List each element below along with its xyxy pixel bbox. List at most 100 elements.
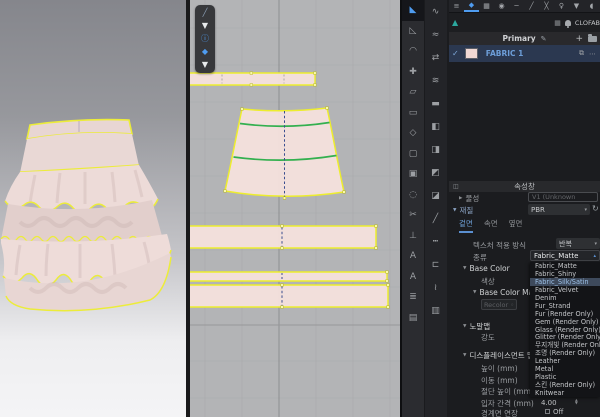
material-side-tab[interactable]: 겉면	[459, 218, 473, 233]
fabric-type-option[interactable]: Fabric_Velvet	[530, 286, 600, 294]
annotation-tool[interactable]: A	[402, 267, 424, 288]
fabric-type-option[interactable]: Fur (Render Only)	[530, 310, 600, 318]
zigzag-stitch-tool[interactable]: ≀	[425, 276, 446, 299]
base-color-section[interactable]: ▼ Base Color	[463, 264, 510, 273]
pattern-piece-icon[interactable]: ◆	[197, 46, 213, 58]
steam-iron-tool[interactable]: ▬	[425, 92, 446, 115]
fabric-type-option[interactable]: Gem (Render Only)	[530, 318, 600, 326]
fabric-type-option[interactable]: Denim	[530, 294, 600, 302]
garment-tab-icon[interactable]: ▼	[569, 0, 584, 12]
avatar-tab-icon[interactable]: ♀	[554, 0, 569, 12]
button-tab-icon[interactable]: ◉	[494, 0, 509, 12]
folder-icon[interactable]	[588, 36, 597, 42]
menu-list-icon[interactable]: ≡	[449, 0, 464, 12]
edit-sewing-tool[interactable]: ⇄	[425, 46, 446, 69]
puckering-tab-icon[interactable]: ╳	[539, 0, 554, 12]
border-extend-checkbox[interactable]	[545, 409, 550, 414]
pattern-binding-strip[interactable]	[190, 271, 388, 283]
basting-tool[interactable]: ┅	[425, 230, 446, 253]
displacement-map-section[interactable]: ▼ 디스플레이스먼트 맵	[463, 350, 534, 361]
texture-tab-icon[interactable]: ▦	[479, 0, 494, 12]
text-tool[interactable]: A	[402, 246, 424, 267]
mn-sewing-tool[interactable]: ≋	[425, 69, 446, 92]
particle-distance-stepper[interactable]: ▲ ▼	[575, 399, 578, 406]
seam-line-tool[interactable]: ╱	[425, 207, 446, 230]
arrangement-tool[interactable]: ◨	[425, 138, 446, 161]
fabric-type-dropdown[interactable]: Fabric_Matte ▴	[530, 250, 600, 261]
texture-mode-dropdown[interactable]: 반복 ▾	[556, 238, 600, 249]
fabric-tab-icon[interactable]: ◆	[464, 0, 479, 12]
notification-text[interactable]: CLOFAB	[575, 19, 600, 27]
internal-polygon-tool[interactable]: ▢	[402, 144, 424, 165]
notification-bell-icon[interactable]	[565, 20, 571, 26]
trim-tab-icon[interactable]: ◖	[584, 0, 599, 12]
shader-dropdown[interactable]: PBR ▾	[528, 204, 590, 215]
trace-tool[interactable]: ◌	[402, 185, 424, 206]
shirt-accent-icon[interactable]: ▼	[197, 59, 213, 71]
segment-sewing-tool[interactable]: ∿	[425, 0, 446, 23]
fabric-type-option[interactable]: Plastic	[530, 373, 600, 381]
strengthen-garment-tool[interactable]: ◪	[425, 184, 446, 207]
collapse-icon[interactable]: ▶	[459, 196, 462, 201]
material-side-tab[interactable]: 옆면	[509, 218, 523, 233]
collapse-icon[interactable]: ▼	[463, 324, 466, 329]
material-section-row[interactable]: ▼ 재질	[453, 205, 473, 216]
normal-map-section[interactable]: ▼ 노말맵	[463, 321, 490, 332]
info-icon[interactable]: ⓘ	[197, 33, 213, 45]
rectangle-tool[interactable]: ▭	[402, 103, 424, 124]
copy-icon[interactable]: ⧉	[579, 49, 584, 58]
edit-pencil-icon[interactable]: ✎	[541, 35, 547, 43]
fabric-swatch[interactable]	[465, 48, 478, 59]
uv-editor-tool[interactable]: ▤	[402, 308, 424, 329]
fold-arrangement-tool[interactable]: ◧	[425, 115, 446, 138]
fabric-layers-tool[interactable]: ▥	[425, 299, 446, 322]
fabric-type-option[interactable]: Fabric_Matte	[530, 262, 600, 270]
edit-pattern-tool[interactable]: ◺	[402, 21, 424, 42]
measure-tape-tool[interactable]: ⊏	[425, 253, 446, 276]
simulate-garment-tool[interactable]: ◩	[425, 161, 446, 184]
pin-icon[interactable]: ◫	[453, 183, 459, 190]
recolor-button[interactable]: Recolor ◦	[481, 299, 517, 310]
add-point-tool[interactable]: ✚	[402, 62, 424, 83]
view-mode-icon[interactable]: ▦	[554, 19, 561, 27]
dart-tool[interactable]: ◇	[402, 123, 424, 144]
free-sewing-tool[interactable]: ≈	[425, 23, 446, 46]
base-color-map-section[interactable]: ▼ Base Color Map	[473, 288, 538, 297]
edit-curvature-tool[interactable]: ◠	[402, 41, 424, 62]
fabric-type-option[interactable]: Fabric_Shiny	[530, 270, 600, 278]
collapse-icon[interactable]: ▼	[473, 290, 476, 295]
fabric-type-option[interactable]: Glass (Render Only)	[530, 326, 600, 334]
seam-allowance-tool[interactable]: ⊥	[402, 226, 424, 247]
refresh-icon[interactable]: ↻	[592, 204, 599, 213]
fabric-type-option[interactable]: Fur_Strand	[530, 302, 600, 310]
cut-sew-tool[interactable]: ✂	[402, 205, 424, 226]
fabric-type-option[interactable]: Leather	[530, 357, 600, 365]
fabric-list-item[interactable]: ✓ FABRIC 1 ⧉ ⋯	[449, 45, 600, 62]
collapse-icon[interactable]: ▼	[463, 266, 466, 271]
viewport-divider[interactable]	[186, 0, 190, 417]
particle-distance-value[interactable]: 4.00	[541, 399, 557, 407]
stitch-tab-icon[interactable]: ╱	[524, 0, 539, 12]
collapse-icon[interactable]: ▼	[453, 208, 456, 213]
polygon-tool[interactable]: ▱	[402, 82, 424, 103]
fabric-type-option[interactable]: 스킨 (Render Only)	[530, 381, 600, 389]
add-fabric-button[interactable]: +	[575, 34, 583, 44]
more-menu-icon[interactable]: ⋯	[589, 50, 596, 58]
fabric-type-option[interactable]: Metal	[530, 365, 600, 373]
transform-pattern-tool[interactable]: ◣	[402, 0, 424, 21]
physics-section-row[interactable]: ▶ 물성	[459, 193, 479, 204]
pattern-ruffle-strip-2[interactable]	[190, 284, 389, 309]
pattern-waistband[interactable]	[190, 72, 316, 86]
grading-tool[interactable]: ≣	[402, 287, 424, 308]
fabric-type-option[interactable]: Glitter (Render Only)	[530, 333, 600, 341]
fabric-type-option[interactable]: 조명 (Render Only)	[530, 349, 600, 357]
pattern-skirt-front[interactable]	[224, 107, 346, 200]
shirt-icon[interactable]: ▼	[197, 20, 213, 32]
fabric-type-option[interactable]: 무지개빛 (Render Only)	[530, 341, 600, 349]
collapse-icon[interactable]: ▼	[463, 353, 466, 358]
fabric-type-option[interactable]: Fabric_Silk/Satin	[530, 278, 600, 286]
viewport-2d[interactable]: ╱▼ⓘ◆▼	[190, 0, 400, 417]
topstitch-tab-icon[interactable]: ─	[509, 0, 524, 12]
pattern-ruffle-strip-1[interactable]	[190, 225, 377, 250]
viewport-3d[interactable]	[0, 0, 188, 417]
